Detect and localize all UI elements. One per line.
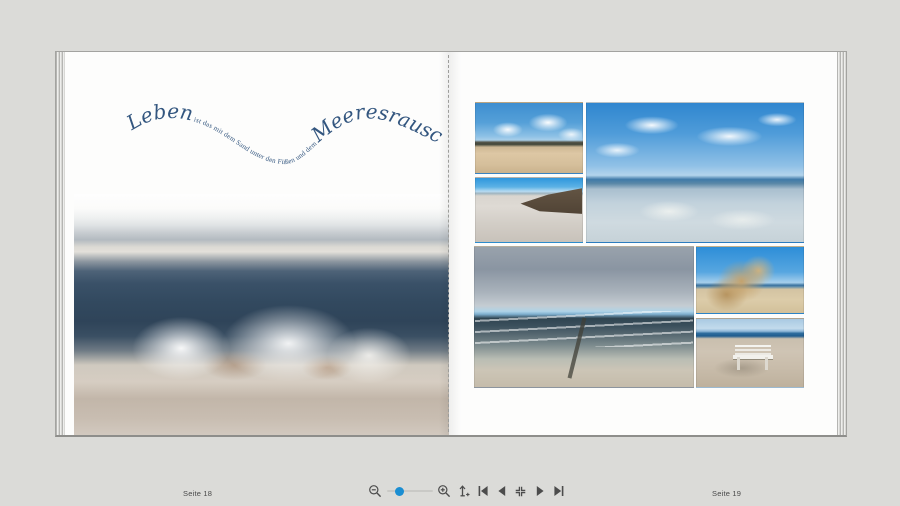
first-page-button[interactable] xyxy=(475,484,490,499)
grass-shape xyxy=(697,247,803,313)
photo-crashing-wave[interactable] xyxy=(74,194,457,435)
svg-text:Leben ist das mit dem Sand unt: Leben ist das mit dem Sand unter den Füß… xyxy=(80,73,480,176)
bottom-toolbar xyxy=(368,482,566,500)
quote-middle-text: ist das mit dem Sand unter den Füßen und… xyxy=(191,115,320,166)
photobook-spread: Leben ist das mit dem Sand unter den Füß… xyxy=(55,51,847,437)
zoom-out-icon xyxy=(368,484,383,499)
groyne-shape xyxy=(568,317,587,378)
zoom-slider-knob[interactable] xyxy=(395,487,404,496)
page-stack-left xyxy=(56,52,65,435)
page-number-left: Seite 18 xyxy=(183,489,212,498)
fit-spread-button[interactable] xyxy=(513,484,528,499)
last-page-button[interactable] xyxy=(551,484,566,499)
page-number-right: Seite 19 xyxy=(712,489,741,498)
page-18[interactable]: Leben ist das mit dem Sand unter den Füß… xyxy=(65,52,449,435)
zoom-slider-track[interactable] xyxy=(387,490,433,492)
photo-beach-with-clouds[interactable] xyxy=(475,102,583,174)
photo-beach-bench[interactable] xyxy=(696,318,804,388)
fit-spread-icon xyxy=(514,485,527,498)
page-19[interactable] xyxy=(449,52,839,435)
zoom-slider[interactable] xyxy=(387,484,433,498)
photo-dune-grass[interactable] xyxy=(696,246,804,314)
spread-fold-line xyxy=(448,55,449,432)
bench-shape xyxy=(731,345,775,371)
last-page-icon xyxy=(553,485,565,497)
zoom-in-icon xyxy=(437,484,452,499)
quote-word-leben: Leben xyxy=(121,99,195,135)
photo-waves-with-groyne[interactable] xyxy=(474,246,694,388)
first-page-icon xyxy=(477,485,489,497)
zoom-in-button[interactable] xyxy=(437,484,452,499)
dune-shape xyxy=(476,178,582,242)
previous-page-icon xyxy=(496,485,508,497)
auto-zoom-icon xyxy=(457,484,471,498)
next-page-icon xyxy=(534,485,546,497)
next-page-button[interactable] xyxy=(532,484,547,499)
photo-sea-cloud-reflections[interactable] xyxy=(586,102,804,243)
zoom-out-button[interactable] xyxy=(368,484,383,499)
editor-canvas: Leben ist das mit dem Sand unter den Füß… xyxy=(0,0,900,506)
photo-dune-path[interactable] xyxy=(475,177,583,243)
quote-end-text: im Ohr xyxy=(83,86,89,94)
page-stack-right xyxy=(837,52,846,435)
auto-zoom-button[interactable] xyxy=(456,484,471,499)
previous-page-button[interactable] xyxy=(494,484,509,499)
